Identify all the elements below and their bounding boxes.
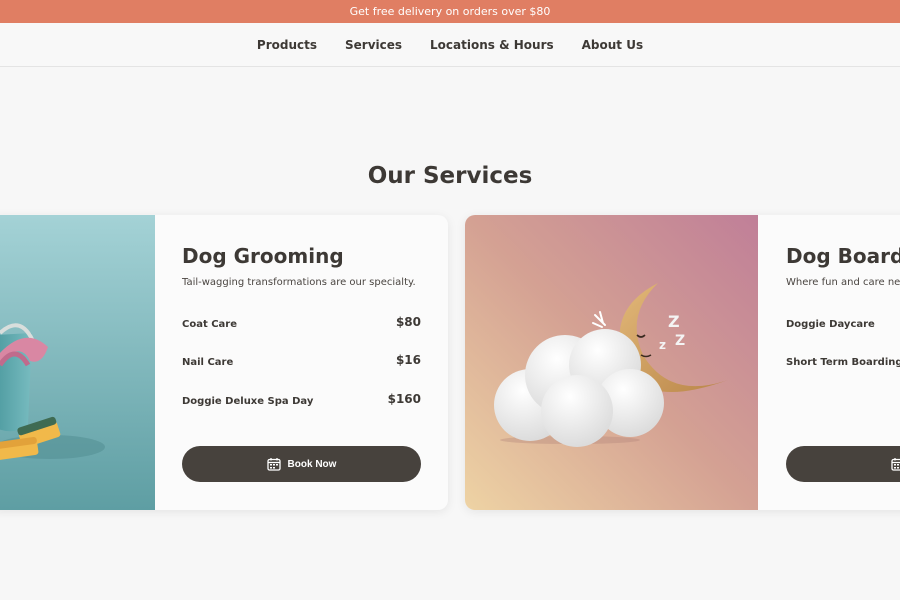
calendar-icon xyxy=(266,458,281,471)
service-price-coat-care: $80 xyxy=(395,315,421,329)
service-name-coat-care: Coat Care xyxy=(182,319,238,330)
service-card-boarding: Z Z z Dog Boardin Where fun and care nev… xyxy=(465,215,900,510)
boarding-card-body: Dog Boardin Where fun and care nev Doggi… xyxy=(758,215,900,510)
svg-text:z: z xyxy=(659,338,666,352)
book-now-label: Book Now xyxy=(287,458,337,470)
nav-products[interactable]: Products xyxy=(257,38,317,52)
service-name-nail-care: Nail Care xyxy=(182,357,234,368)
grooming-image xyxy=(0,215,155,510)
service-name-short-term-boarding: Short Term Boarding xyxy=(786,357,900,368)
nav-locations-hours[interactable]: Locations & Hours xyxy=(430,38,554,52)
grooming-card-body: Dog Grooming Tail-wagging transformation… xyxy=(155,215,448,510)
service-price-spa-day: $160 xyxy=(387,392,421,406)
book-now-button[interactable]: B xyxy=(786,446,900,482)
service-name-spa-day: Doggie Deluxe Spa Day xyxy=(182,396,314,407)
promo-text: Get free delivery on orders over $80 xyxy=(349,5,551,18)
service-name-doggie-daycare: Doggie Daycare xyxy=(786,319,875,330)
calendar-icon xyxy=(891,458,900,471)
promo-banner: Get free delivery on orders over $80 xyxy=(0,0,900,23)
card-title: Dog Boardin xyxy=(786,244,900,268)
grooming-bucket-icon xyxy=(0,215,155,510)
service-price-nail-care: $16 xyxy=(395,353,421,367)
svg-text:Z: Z xyxy=(668,312,680,331)
card-subtitle: Where fun and care nev xyxy=(786,277,900,288)
section-title: Our Services xyxy=(367,163,533,189)
nav-about-us[interactable]: About Us xyxy=(582,38,643,52)
card-title: Dog Grooming xyxy=(182,244,344,268)
sleeping-moon-cloud-icon: Z Z z xyxy=(465,215,758,510)
service-card-grooming: Dog Grooming Tail-wagging transformation… xyxy=(0,215,448,510)
nav-services[interactable]: Services xyxy=(345,38,402,52)
card-subtitle: Tail-wagging transformations are our spe… xyxy=(182,277,416,288)
boarding-image: Z Z z xyxy=(465,215,758,510)
main-nav: Products Services Locations & Hours Abou… xyxy=(0,23,900,67)
svg-text:Z: Z xyxy=(675,333,685,349)
book-now-button[interactable]: Book Now xyxy=(182,446,421,482)
